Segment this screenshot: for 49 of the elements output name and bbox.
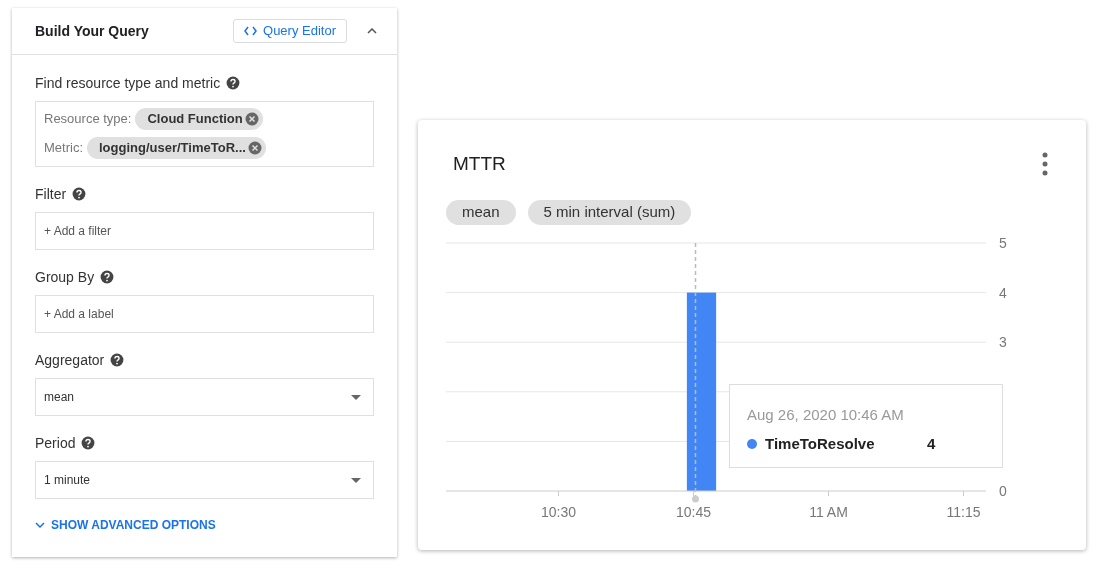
dropdown-field[interactable]: 1 minute	[35, 461, 374, 499]
chart-title: MTTR	[453, 151, 506, 176]
dropdown-arrow-icon	[351, 477, 361, 483]
selection-chip[interactable]: logging/user/TimeToR...	[87, 137, 266, 159]
show-advanced-link[interactable]: SHOW ADVANCED OPTIONS	[35, 516, 216, 534]
collapse-chevron-icon[interactable]	[367, 28, 377, 34]
chart-chip: 5 min interval (sum)	[527, 200, 692, 225]
tooltip-value: 4	[927, 433, 936, 454]
resource-metric-box[interactable]: Resource type: Cloud Function Metric: logging/user/TimeToR...	[35, 101, 374, 167]
dropdown-field[interactable]: mean	[35, 378, 374, 416]
tooltip-series: TimeToResolve	[765, 433, 876, 454]
bar[interactable]	[686, 292, 717, 491]
y-tick-label: 0	[999, 483, 1007, 499]
dropdown-arrow-icon	[351, 394, 361, 400]
input-field[interactable]: + Add a label	[35, 295, 374, 333]
field-label: Find resource type and metric	[35, 73, 221, 93]
y-tick-label: 4	[999, 284, 1007, 301]
help-icon[interactable]	[72, 187, 87, 201]
tooltip-time: Aug 26, 2020 10:46 AM	[747, 405, 904, 425]
chevron-down-icon	[35, 522, 45, 528]
x-tick	[828, 490, 829, 497]
help-icon[interactable]	[226, 76, 241, 90]
chart-chip: mean	[446, 200, 516, 225]
help-icon[interactable]	[110, 353, 125, 367]
selection-chip[interactable]: Cloud Function	[135, 108, 263, 130]
query-editor-button[interactable]: Query Editor	[233, 19, 347, 43]
y-tick-label: 5	[999, 235, 1007, 251]
field-label: Aggregator	[35, 350, 105, 370]
x-tick-label: 10:30	[541, 504, 576, 520]
x-tick	[963, 490, 964, 497]
field-label: Group By	[35, 267, 95, 287]
input-field[interactable]: + Add a filter	[35, 212, 374, 250]
help-icon[interactable]	[100, 270, 115, 284]
x-tick	[693, 490, 694, 497]
chip-label: Metric:	[44, 139, 83, 158]
x-tick	[558, 490, 559, 497]
field-label: Filter	[35, 184, 67, 204]
y-tick-label: 3	[999, 334, 1007, 351]
help-icon[interactable]	[81, 436, 96, 450]
x-tick-label: 11:15	[946, 504, 981, 520]
more-options-icon[interactable]	[1042, 152, 1048, 176]
field-label: Period	[35, 433, 76, 453]
code-icon	[244, 26, 257, 36]
remove-icon[interactable]	[244, 112, 259, 126]
chip-label: Resource type:	[44, 110, 132, 129]
x-tick-label: 11 AM	[809, 504, 848, 520]
x-tick-label: 10:45	[676, 504, 711, 520]
remove-icon[interactable]	[247, 141, 262, 155]
panel-title: Build Your Query	[35, 21, 149, 41]
